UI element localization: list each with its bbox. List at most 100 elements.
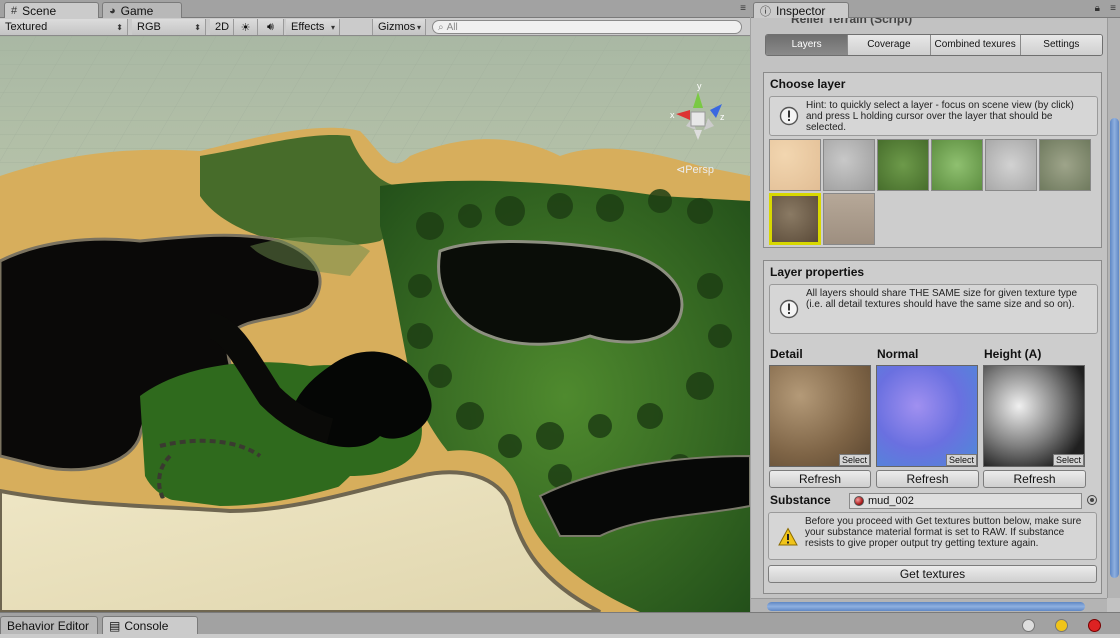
inspector-vertical-scrollbar[interactable] [1107, 18, 1120, 598]
hint-text: Hint: to quickly select a layer - focus … [806, 100, 1074, 133]
get-textures-button[interactable]: Get textures [768, 565, 1097, 583]
detail-label: Detail [770, 347, 803, 361]
scene-tab-bar: # Scene ◕ Game ≡ [0, 0, 750, 19]
gizmos-dropdown[interactable]: Gizmos ▾ [372, 19, 426, 35]
substance-warning-text: Before you proceed with Get textures but… [805, 516, 1082, 549]
substance-object-field[interactable]: mud_002 [849, 493, 1082, 509]
layer-thumb-rock-gray[interactable] [823, 139, 875, 191]
terrain-render [0, 36, 750, 612]
gizmo-x-label: x [670, 110, 675, 120]
persp-text: Persp [685, 164, 714, 176]
axis-gizmo-graphic: y x z [670, 81, 725, 140]
lock-icon[interactable]: 🔒︎ [1095, 3, 1100, 14]
effects-label: Effects [291, 21, 325, 33]
search-icon: ⌕ [438, 21, 444, 33]
height-refresh-button[interactable]: Refresh [983, 470, 1086, 488]
toggle-2d-button[interactable]: 2D [210, 19, 234, 35]
substance-warning: Before you proceed with Get textures but… [768, 512, 1097, 560]
layer-thumb-moss[interactable] [1039, 139, 1091, 191]
info-icon: ⓘ [760, 6, 771, 18]
audio-toggle[interactable]: 🔊︎ [258, 19, 284, 35]
substance-material-icon [854, 496, 864, 506]
search-placeholder: All [446, 21, 458, 33]
layer-thumb-stone-light[interactable] [985, 139, 1037, 191]
panel-menu-icon[interactable]: ≡ [740, 3, 746, 14]
error-count-icon[interactable] [1088, 619, 1101, 632]
gizmo-z-label: z [720, 112, 725, 122]
toggle-2d-label: 2D [215, 21, 230, 33]
horizontal-scroll-thumb[interactable] [767, 602, 1085, 611]
tab-scene[interactable]: # Scene [4, 2, 99, 19]
lighting-toggle[interactable]: ☀ [234, 19, 258, 35]
render-mode-value: RGB [137, 21, 161, 33]
render-mode-dropdown[interactable]: RGB ⬍ [132, 19, 206, 35]
panel-menu-icon[interactable]: ≡ [1110, 3, 1116, 14]
detail-refresh-button[interactable]: Refresh [769, 470, 871, 488]
detail-select-button[interactable]: Select [838, 454, 870, 466]
layer-thumb-wood[interactable] [823, 193, 875, 245]
tab-inspector[interactable]: ⓘ Inspector [753, 2, 849, 19]
chevron-down-icon: ▾ [330, 22, 335, 32]
speaker-icon: 🔊︎ [267, 20, 274, 33]
inspector-body: Relief Terrain (Script) Layers Coverage … [751, 18, 1120, 612]
height-texture-slot[interactable]: Select [983, 365, 1085, 467]
tab-combined-textures[interactable]: Combined texures [930, 35, 1021, 55]
tab-layers[interactable]: Layers [766, 35, 849, 55]
relief-toolbar: Layers Coverage Combined texures Setting… [765, 34, 1103, 56]
tab-behavior-editor-label: Behavior Editor [7, 618, 90, 633]
scene-search-input[interactable]: ⌕ All [432, 20, 742, 34]
shading-mode-value: Textured [5, 21, 48, 33]
object-picker-icon[interactable] [1087, 495, 1097, 505]
normal-texture-slot[interactable]: Select [876, 365, 978, 467]
info-bubble-icon [779, 106, 799, 126]
warning-count-icon[interactable] [1055, 619, 1068, 632]
chevron-down-icon: ▾ [416, 22, 421, 32]
layer-thumb-grass-light[interactable] [931, 139, 983, 191]
choose-layer-section: Choose layer Hint: to quickly select a l… [763, 72, 1102, 248]
vertical-scroll-thumb[interactable] [1110, 118, 1119, 578]
tab-inspector-label: Inspector [776, 4, 826, 18]
height-label: Height (A) [984, 347, 1042, 361]
pacman-icon: ◕ [109, 4, 116, 17]
height-select-button[interactable]: Select [1052, 454, 1084, 466]
normal-label: Normal [877, 347, 919, 361]
info-count-icon[interactable] [1022, 619, 1035, 632]
normal-refresh-button[interactable]: Refresh [876, 470, 979, 488]
tab-coverage[interactable]: Coverage [848, 35, 931, 55]
tab-game-label: Game [120, 3, 154, 18]
layer-thumb-grass-dark[interactable] [877, 139, 929, 191]
choose-layer-hint: Hint: to quickly select a layer - focus … [769, 96, 1098, 136]
component-title: Relief Terrain (Script) [791, 18, 913, 26]
effects-dropdown[interactable]: Effects ▾ [286, 19, 340, 35]
orientation-gizmo[interactable]: y x z [668, 80, 728, 150]
console-toolbar-strip [0, 634, 1120, 638]
tab-settings[interactable]: Settings [1020, 35, 1102, 55]
tab-console[interactable]: ▤ Console [102, 616, 198, 634]
normal-select-button[interactable]: Select [945, 454, 977, 466]
shading-mode-dropdown[interactable]: Textured ⬍ [0, 19, 128, 35]
component-header: Relief Terrain (Script) [751, 18, 1120, 30]
sun-icon: ☀ [240, 21, 251, 34]
layer-thumb-sand[interactable] [769, 139, 821, 191]
warning-icon [778, 527, 798, 546]
tab-behavior-editor[interactable]: Behavior Editor [0, 616, 98, 634]
inspector-tab-bar: ⓘ Inspector 🔒︎ ≡ [751, 0, 1120, 19]
layer-thumb-mud-selected[interactable] [769, 193, 821, 245]
choose-layer-title: Choose layer [770, 77, 846, 91]
inspector-horizontal-scrollbar[interactable] [751, 598, 1107, 612]
layer-size-info: All layers should share THE SAME size fo… [769, 284, 1098, 334]
updown-arrow-icon: ⬍ [116, 22, 123, 32]
bottom-tab-bar: Behavior Editor ▤ Console [0, 612, 1120, 638]
scene-viewport[interactable]: y x z ⊲Persp [0, 36, 750, 612]
detail-texture-slot[interactable]: Select [769, 365, 871, 467]
persp-arrow-icon: ⊲ [676, 164, 686, 176]
substance-label: Substance [770, 493, 831, 507]
gizmos-label: Gizmos [378, 21, 416, 33]
info-bubble-icon [779, 299, 799, 319]
updown-arrow-icon: ⬍ [194, 22, 201, 32]
tab-game[interactable]: ◕ Game [102, 2, 182, 18]
unity-editor: # Scene ◕ Game ≡ Textured ⬍ RGB ⬍ 2D ☀ 🔊… [0, 0, 1120, 638]
projection-label[interactable]: ⊲Persp [676, 163, 714, 176]
tab-scene-label: Scene [22, 4, 57, 18]
layer-info-text: All layers should share THE SAME size fo… [806, 288, 1078, 310]
